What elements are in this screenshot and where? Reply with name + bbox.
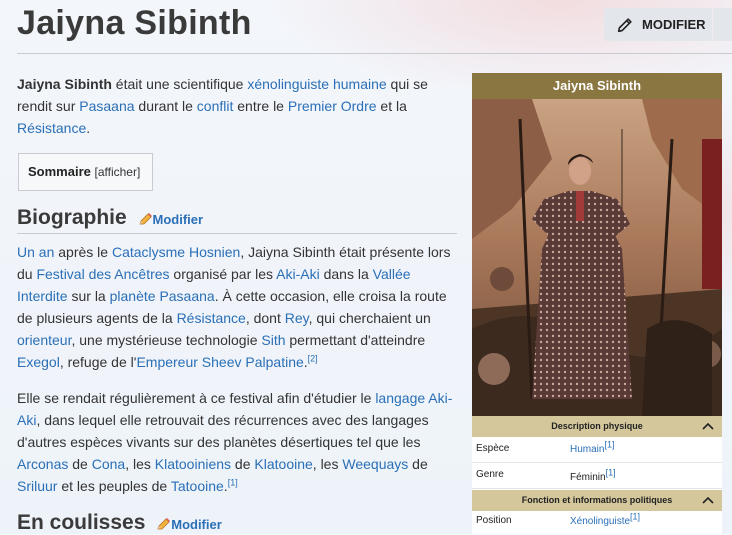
reference-link[interactable]: [1] (228, 477, 238, 487)
bio-text: et les peuples de (57, 478, 171, 494)
reference-link[interactable]: [1] (606, 468, 616, 478)
bio-text: de (408, 456, 428, 472)
section-label: Description physique (551, 421, 643, 431)
biography-paragraph-2: Elle se rendait régulièrement à ce festi… (17, 387, 457, 497)
reference-link[interactable]: [1] (630, 512, 640, 522)
link-pasaana[interactable]: Pasaana (79, 98, 134, 114)
link-resistance[interactable]: Résistance (17, 120, 86, 136)
section-title: Biographie (17, 206, 127, 229)
biography-paragraph-1: Un an après le Cataclysme Hosnien, Jaiyn… (17, 241, 453, 373)
row-key: Espèce (476, 443, 510, 454)
link-festival-des-ancetres[interactable]: Festival des Ancêtres (36, 266, 169, 282)
intro-name: Jaiyna Sibinth (17, 76, 112, 92)
link-pasaana[interactable]: Pasaana (159, 288, 214, 304)
chevron-up-icon (702, 422, 714, 430)
link-orienteur[interactable]: orienteur (17, 332, 71, 348)
toc-bracket: ] (136, 165, 141, 179)
link-rey[interactable]: Rey (285, 310, 309, 326)
bio-text: dans la (319, 266, 373, 282)
bio-text: de (68, 456, 92, 472)
row-key: Genre (476, 469, 504, 480)
link-planete[interactable]: planète (110, 288, 156, 304)
pencil-icon (157, 518, 171, 530)
link-cataclysme-hosnien[interactable]: Cataclysme Hosnien (112, 244, 240, 260)
link-sith[interactable]: Sith (261, 332, 285, 348)
link-un-an[interactable]: Un an (17, 244, 54, 260)
bio-text: , dans lequel elle retrouvait des récurr… (17, 412, 429, 450)
bio-text: de (231, 456, 255, 472)
character-illustration (472, 99, 722, 416)
link-klatooiniens[interactable]: Klatooiniens (155, 456, 231, 472)
reference-link[interactable]: [1] (604, 440, 614, 450)
row-value-text: Féminin (570, 472, 606, 483)
bio-text: , une mystérieuse technologie (71, 332, 262, 348)
link-humain[interactable]: Humain (570, 444, 604, 455)
section-edit-link[interactable]: Modifier (157, 517, 222, 532)
link-xenolinguiste[interactable]: Xénolinguiste (570, 516, 630, 527)
toc-toggle-link[interactable]: afficher (98, 165, 137, 179)
infobox-section-political[interactable]: Fonction et informations politiques (472, 490, 722, 511)
infobox-title: Jaiyna Sibinth (472, 73, 722, 99)
link-weequays[interactable]: Weequays (342, 456, 408, 472)
link-xenolinguiste[interactable]: xénolinguiste (247, 76, 329, 92)
reference-link[interactable]: [2] (308, 353, 318, 363)
bio-text: , les (125, 456, 155, 472)
section-divider (17, 233, 457, 234)
link-aki-aki[interactable]: Aki-Aki (276, 266, 320, 282)
link-humaine[interactable]: humaine (333, 76, 387, 92)
bio-text: , dont (245, 310, 285, 326)
chevron-up-icon (702, 496, 714, 504)
bio-text: , refuge de l' (59, 354, 137, 370)
intro-text: durant le (134, 98, 197, 114)
edit-menu-toggle[interactable] (713, 8, 732, 41)
bio-text: organisé par les (169, 266, 277, 282)
row-value: Féminin[1] (570, 468, 616, 483)
bio-text: après le (54, 244, 112, 260)
bio-text: , qui cherchaient un (308, 310, 431, 326)
section-edit-label: Modifier (171, 517, 222, 532)
intro-text: était une scientifique (111, 76, 248, 92)
page-title: Jaiyna Sibinth (17, 4, 252, 42)
link-premier-ordre[interactable]: Premier Ordre (288, 98, 377, 114)
bio-text: Elle se rendait régulièrement à ce festi… (17, 390, 376, 406)
pencil-icon (138, 213, 152, 225)
title-divider (17, 53, 732, 54)
character-image[interactable] (472, 99, 722, 416)
infobox-section-physical[interactable]: Description physique (472, 416, 722, 437)
section-heading-en-coulisses: En coulisses Modifier (17, 511, 222, 535)
link-cona[interactable]: Cona (92, 456, 125, 472)
infobox-row-espece: Espèce Humain[1] (472, 437, 722, 463)
intro-text: entre le (233, 98, 288, 114)
infobox-row-genre: Genre Féminin[1] (472, 463, 722, 489)
intro-paragraph: Jaiyna Sibinth était une scientifique xé… (17, 73, 442, 139)
row-value: Humain[1] (570, 440, 614, 455)
section-edit-label: Modifier (152, 212, 204, 227)
pencil-icon (617, 17, 632, 32)
link-tatooine[interactable]: Tatooine (171, 478, 224, 494)
edit-page-button[interactable]: MODIFIER (604, 8, 712, 41)
infobox-row-position: Position Xénolinguiste[1] (472, 511, 722, 534)
table-of-contents: Sommaire [afficher] (18, 153, 153, 191)
row-value: Xénolinguiste[1] (570, 512, 640, 527)
section-label: Fonction et informations politiques (521, 495, 673, 505)
toc-title: Sommaire (28, 164, 91, 179)
link-conflit[interactable]: conflit (197, 98, 234, 114)
link-exegol[interactable]: Exegol (17, 354, 60, 370)
bio-text: , les (312, 456, 343, 472)
link-empereur-palpatine[interactable]: Empereur Sheev Palpatine (136, 354, 303, 370)
intro-text: . (86, 120, 91, 136)
section-title: En coulisses (17, 511, 146, 534)
link-klatooine[interactable]: Klatooine (254, 456, 312, 472)
link-sriluur[interactable]: Sriluur (17, 478, 57, 494)
edit-page-label: MODIFIER (642, 17, 706, 32)
link-arconas[interactable]: Arconas (17, 456, 68, 472)
bio-text: sur la (67, 288, 110, 304)
intro-text: et la (376, 98, 407, 114)
link-resistance[interactable]: Résistance (177, 310, 246, 326)
bio-text: permettant d'atteindre (285, 332, 426, 348)
row-key: Position (476, 515, 512, 526)
infobox: Jaiyna Sibinth Description physique Espè… (472, 73, 722, 534)
section-heading-biographie: Biographie Modifier (17, 206, 203, 230)
section-edit-link[interactable]: Modifier (138, 212, 204, 227)
